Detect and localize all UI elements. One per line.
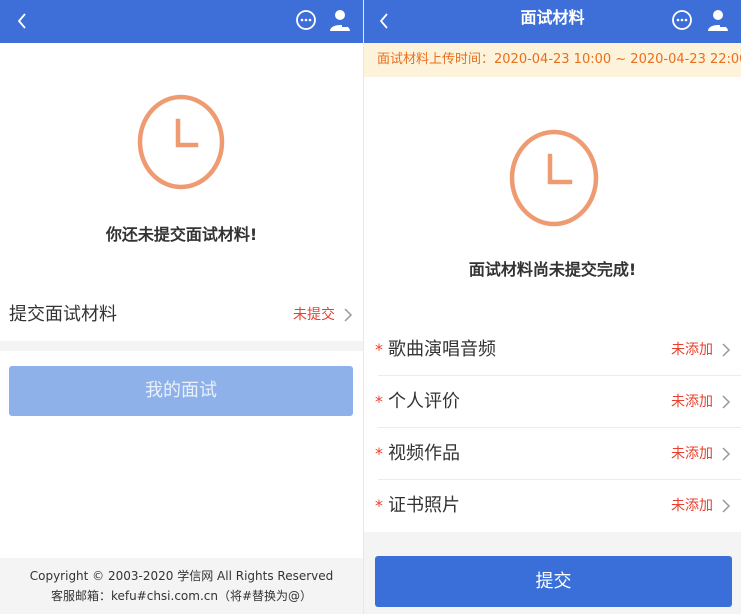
material-item-song-audio[interactable]: * 歌曲演唱音频 未添加 [364,324,741,376]
material-item-video-works[interactable]: * 视频作品 未添加 [364,428,741,480]
material-item-label: 证书照片 [388,495,460,516]
incomplete-message: 面试材料尚未提交完成! [468,260,637,279]
my-interview-button[interactable]: 我的面试 [9,366,353,416]
right-header: 面试材料 [364,0,741,43]
chevron-right-icon [722,499,731,513]
user-icon[interactable] [328,8,352,32]
back-button[interactable] [370,6,398,36]
submit-materials-label: 提交面试材料 [9,304,117,325]
required-mark: * [375,496,383,515]
required-mark: * [375,340,383,359]
not-submitted-message: 你还未提交面试材料! [105,225,258,244]
chat-bubble-icon[interactable] [670,8,694,32]
material-item-label: 歌曲演唱音频 [388,339,496,360]
section-gap [364,300,741,324]
support-email-text: 客服邮箱：kefu#chsi.com.cn（将#替换为@） [50,589,313,603]
chevron-left-icon [17,13,26,29]
chevron-left-icon [379,13,388,29]
upload-time-notice: 面试材料上传时间：2020-04-23 10:00 ~ 2020-04-23 2… [364,43,741,77]
copyright-text: Copyright © 2003-2020 学信网 All Rights Res… [29,569,334,583]
material-item-certificate-photos[interactable]: * 证书照片 未添加 [364,480,741,532]
required-mark: * [375,392,383,411]
user-icon[interactable] [706,8,730,32]
left-screen: 你还未提交面试材料! 提交面试材料 未提交 我的面试 Copyright © 2… [0,0,363,614]
section-gap [0,341,363,351]
chevron-right-icon [722,447,731,461]
chevron-right-icon [722,395,731,409]
material-item-label: 个人评价 [388,391,460,412]
chevron-right-icon [722,343,731,357]
clock-icon [137,94,225,190]
status-badge: 未添加 [671,446,713,462]
material-item-self-evaluation[interactable]: * 个人评价 未添加 [364,376,741,428]
submit-button[interactable]: 提交 [375,556,732,607]
status-badge: 未提交 [293,307,335,323]
required-mark: * [375,444,383,463]
chat-bubble-icon[interactable] [294,8,318,32]
submit-materials-row[interactable]: 提交面试材料 未提交 [0,289,363,341]
status-badge: 未添加 [671,342,713,358]
left-header [0,0,363,43]
status-badge: 未添加 [671,394,713,410]
material-item-label: 视频作品 [388,443,460,464]
footer: Copyright © 2003-2020 学信网 All Rights Res… [0,558,363,614]
back-button[interactable] [8,6,36,36]
right-screen: 面试材料 面试材料上传时间：2020-04-23 10:00 ~ 2020-04… [364,0,741,614]
clock-icon [509,129,599,227]
chevron-right-icon [344,308,353,322]
status-badge: 未添加 [671,498,713,514]
